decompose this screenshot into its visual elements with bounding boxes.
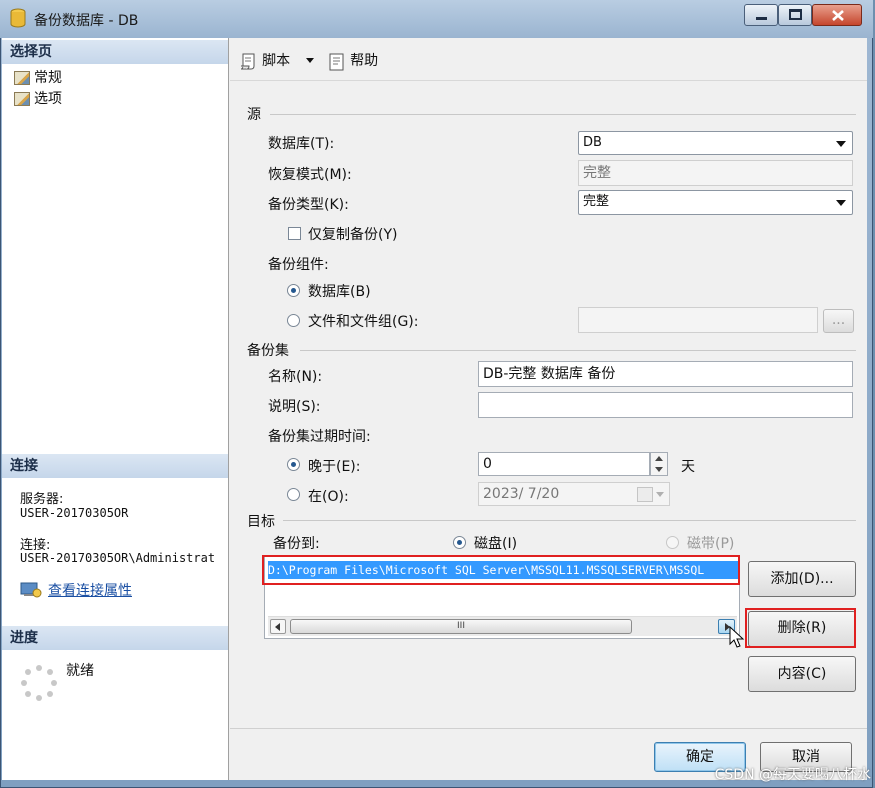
script-dropdown-arrow[interactable]	[306, 58, 314, 63]
progress-spinner-icon	[21, 665, 57, 701]
filegroup-field	[578, 307, 818, 333]
select-page-header: 选择页	[2, 40, 228, 64]
expire-label: 备份集过期时间:	[268, 429, 371, 445]
annotation-highlight-path	[262, 555, 740, 585]
destination-disk-radio[interactable]	[453, 536, 466, 549]
toolbar	[230, 42, 867, 81]
expire-days-spinner[interactable]	[650, 452, 668, 476]
footer-divider	[230, 728, 867, 729]
chevron-left-icon	[275, 623, 280, 631]
component-files-radio[interactable]	[287, 314, 300, 327]
component-files-label: 文件和文件组(G):	[308, 314, 419, 330]
page-icon	[14, 92, 30, 106]
add-destination-button[interactable]: 添加(D)...	[748, 561, 856, 597]
connection-properties-icon	[20, 582, 42, 598]
help-icon	[329, 53, 344, 70]
source-group-title: 源	[247, 107, 261, 123]
connection-value: USER-20170305OR\Administrat	[20, 551, 216, 565]
title-bar[interactable]: 备份数据库 - DB	[0, 0, 873, 38]
description-label: 说明(S):	[268, 399, 321, 415]
source-divider	[270, 114, 856, 115]
expire-on-label: 在(O):	[308, 489, 349, 505]
expire-date-value: 2023/ 7/20	[483, 486, 560, 502]
backup-component-label: 备份组件:	[268, 257, 329, 273]
script-label: 脚本	[262, 53, 291, 69]
database-label: 数据库(T):	[268, 136, 335, 152]
database-icon	[10, 8, 26, 28]
destination-group-title: 目标	[247, 514, 275, 530]
destination-disk-label: 磁盘(I)	[474, 536, 518, 552]
window-title: 备份数据库 - DB	[34, 13, 139, 29]
scroll-left-button[interactable]	[270, 619, 286, 634]
component-database-label: 数据库(B)	[308, 284, 371, 300]
maximize-icon	[789, 9, 802, 20]
calendar-icon	[637, 487, 653, 502]
recovery-model-label: 恢复模式(M):	[268, 167, 352, 183]
chevron-down-icon	[836, 200, 846, 206]
script-icon	[240, 53, 255, 69]
minimize-button[interactable]	[744, 4, 778, 26]
chevron-down-icon	[656, 492, 664, 497]
copy-only-checkbox[interactable]	[288, 227, 301, 240]
server-label: 服务器:	[20, 492, 64, 507]
backup-to-label: 备份到:	[273, 536, 320, 552]
watermark: CSDN @每天要喝八杯水	[714, 767, 871, 783]
copy-only-label: 仅复制备份(Y)	[308, 227, 398, 243]
expire-on-radio[interactable]	[287, 488, 300, 501]
progress-status: 就绪	[66, 663, 94, 679]
minimize-icon	[756, 17, 767, 20]
page-icon	[14, 71, 30, 85]
spin-up-icon[interactable]	[655, 456, 663, 461]
expire-after-radio[interactable]	[287, 458, 300, 471]
help-button[interactable]: 帮助	[328, 50, 378, 72]
database-select[interactable]: DB	[578, 131, 853, 155]
expire-days-input[interactable]: 0	[478, 452, 650, 476]
page-item-label: 常规	[34, 70, 62, 86]
chevron-down-icon	[836, 141, 846, 147]
contents-button[interactable]: 内容(C)	[748, 656, 856, 692]
expire-date-picker: 2023/ 7/20	[478, 482, 670, 506]
maximize-button[interactable]	[778, 4, 812, 26]
filegroup-browse-button[interactable]: ...	[823, 309, 854, 333]
name-label: 名称(N):	[268, 369, 323, 385]
expire-after-label: 晚于(E):	[308, 459, 361, 475]
script-button[interactable]: 脚本	[238, 50, 290, 72]
view-connection-properties-link[interactable]: 查看连接属性	[48, 580, 132, 600]
server-value: USER-20170305OR	[20, 506, 129, 520]
spin-down-icon[interactable]	[655, 467, 663, 472]
close-button[interactable]	[812, 4, 862, 26]
backup-type-label: 备份类型(K):	[268, 197, 349, 213]
backup-set-group-title: 备份集	[247, 343, 289, 359]
horizontal-scrollbar[interactable]: III	[268, 616, 737, 636]
mouse-cursor-icon	[729, 626, 745, 648]
destination-divider	[283, 520, 856, 521]
annotation-highlight-remove	[745, 608, 856, 648]
page-item-label: 选项	[34, 91, 62, 107]
backup-set-divider	[300, 350, 856, 351]
destination-tape-label: 磁带(P)	[687, 536, 735, 552]
close-icon	[832, 10, 844, 21]
backup-type-select[interactable]: 完整	[578, 190, 853, 215]
database-select-value: DB	[583, 135, 602, 150]
recovery-model-field: 完整	[578, 160, 853, 186]
description-input[interactable]	[478, 392, 853, 418]
page-item-general[interactable]: 常规	[14, 67, 62, 87]
connection-header: 连接	[2, 454, 228, 478]
expire-days-unit: 天	[681, 459, 695, 475]
name-input[interactable]: DB-完整 数据库 备份	[478, 361, 853, 387]
scroll-thumb[interactable]: III	[290, 619, 632, 634]
help-label: 帮助	[350, 53, 379, 69]
progress-header: 进度	[2, 626, 228, 650]
page-item-options[interactable]: 选项	[14, 88, 62, 108]
destination-tape-radio	[666, 536, 679, 549]
backup-type-select-value: 完整	[583, 194, 610, 209]
component-database-radio[interactable]	[287, 284, 300, 297]
